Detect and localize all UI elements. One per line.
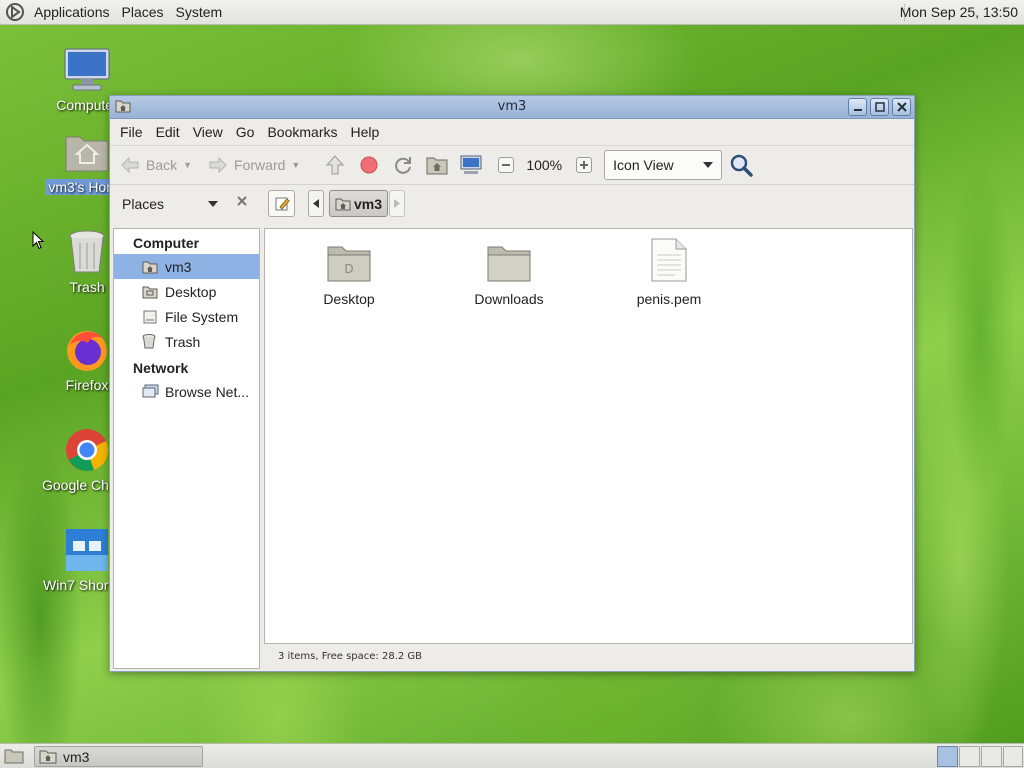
distro-logo-icon[interactable] bbox=[4, 1, 26, 23]
edit-icon bbox=[275, 197, 290, 210]
workspace-1[interactable] bbox=[937, 746, 958, 767]
chevron-down-icon[interactable]: ▼ bbox=[183, 160, 192, 170]
menu-edit[interactable]: Edit bbox=[156, 124, 180, 140]
computer-icon bbox=[63, 46, 111, 94]
computer-icon bbox=[460, 155, 482, 174]
reload-button[interactable] bbox=[390, 152, 416, 178]
top-panel: Applications Places System Mon Sep 25, 1… bbox=[0, 0, 1024, 25]
location-bar: Places vm3 bbox=[110, 185, 914, 223]
chevron-down-icon bbox=[703, 162, 714, 168]
minus-icon bbox=[502, 164, 511, 166]
sidebar-section-network: Network bbox=[133, 360, 189, 376]
trash-icon bbox=[142, 334, 160, 349]
arrow-right-icon bbox=[209, 156, 227, 174]
sidebar-item-trash[interactable]: Trash bbox=[114, 329, 259, 354]
text-file-icon bbox=[614, 237, 724, 283]
drive-icon bbox=[142, 310, 160, 324]
close-button[interactable] bbox=[892, 98, 911, 116]
arrow-left-icon bbox=[121, 156, 139, 174]
places-menu[interactable]: Places bbox=[122, 4, 164, 20]
workspace-3[interactable] bbox=[981, 746, 1002, 767]
reload-icon bbox=[395, 157, 412, 174]
chevron-left-icon bbox=[313, 199, 319, 208]
arrow-up-icon bbox=[326, 155, 345, 175]
zoom-in-button[interactable] bbox=[576, 157, 593, 173]
minimize-icon bbox=[853, 109, 862, 111]
view-mode-select[interactable]: Icon View bbox=[604, 150, 723, 180]
breadcrumb-current[interactable]: vm3 bbox=[329, 190, 389, 217]
toolbar: Back ▼ Forward ▼ 100% Icon View bbox=[110, 145, 914, 185]
side-pane-label: Places bbox=[122, 196, 165, 212]
chevron-right-icon bbox=[394, 199, 400, 208]
sidebar-item-filesystem[interactable]: File System bbox=[114, 304, 259, 329]
home-folder-icon bbox=[63, 128, 111, 176]
chevron-down-icon[interactable] bbox=[208, 201, 218, 207]
window-titlebar[interactable]: vm3 bbox=[110, 96, 914, 119]
computer-button[interactable] bbox=[458, 152, 484, 178]
svg-text:D: D bbox=[344, 262, 353, 276]
clock[interactable]: Mon Sep 25, 13:50 bbox=[900, 4, 1018, 20]
file-item-desktop[interactable]: D Desktop bbox=[294, 237, 404, 307]
minimize-button[interactable] bbox=[848, 98, 867, 116]
sidebar-item-desktop[interactable]: Desktop bbox=[114, 279, 259, 304]
windows-shortcut-icon bbox=[63, 526, 111, 574]
file-manager-window: vm3 File Edit View Go Bookmarks Help Bac… bbox=[109, 95, 915, 672]
desktop-folder-icon: D bbox=[294, 237, 404, 283]
places-sidebar: Computer vm3 Desktop File System Trash N… bbox=[113, 228, 260, 669]
status-bar: 3 items, Free space: 28.2 GB bbox=[278, 651, 423, 662]
show-desktop-icon bbox=[4, 749, 24, 764]
network-icon bbox=[142, 384, 160, 399]
plus-icon bbox=[580, 161, 589, 169]
sidebar-item-browse-network[interactable]: Browse Net... bbox=[114, 379, 259, 404]
menu-file[interactable]: File bbox=[120, 124, 143, 140]
up-button[interactable] bbox=[322, 152, 348, 178]
applications-menu[interactable]: Applications bbox=[34, 4, 110, 20]
chrome-icon bbox=[63, 426, 111, 474]
file-item-downloads[interactable]: Downloads bbox=[454, 237, 564, 307]
view-mode-value: Icon View bbox=[613, 157, 674, 173]
home-folder-icon bbox=[335, 198, 351, 210]
close-icon bbox=[896, 102, 907, 112]
zoom-out-button[interactable] bbox=[498, 157, 515, 173]
bottom-panel: vm3 bbox=[0, 743, 1024, 768]
stop-icon bbox=[360, 156, 378, 174]
menu-go[interactable]: Go bbox=[236, 124, 255, 140]
back-button[interactable]: Back ▼ bbox=[120, 156, 192, 174]
home-button[interactable] bbox=[424, 152, 450, 178]
menu-view[interactable]: View bbox=[193, 124, 223, 140]
file-view[interactable]: D Desktop Downloads penis.pem bbox=[264, 228, 913, 644]
window-title: vm3 bbox=[497, 99, 527, 114]
breadcrumb-scroll-left[interactable] bbox=[308, 190, 324, 217]
sidebar-section-computer: Computer bbox=[133, 235, 200, 251]
firefox-icon bbox=[63, 326, 111, 374]
maximize-button[interactable] bbox=[870, 98, 889, 116]
toggle-location-button[interactable] bbox=[268, 190, 295, 217]
menu-bookmarks[interactable]: Bookmarks bbox=[267, 124, 337, 140]
forward-button[interactable]: Forward ▼ bbox=[208, 156, 300, 174]
home-folder-icon bbox=[426, 157, 448, 175]
breadcrumb-scroll-right[interactable] bbox=[389, 190, 405, 217]
stop-button[interactable] bbox=[356, 152, 382, 178]
home-folder-icon bbox=[39, 750, 57, 764]
file-item-penis-pem[interactable]: penis.pem bbox=[614, 237, 724, 307]
taskbar-item-vm3[interactable]: vm3 bbox=[34, 746, 203, 767]
trash-icon bbox=[63, 228, 111, 276]
show-desktop-button[interactable] bbox=[4, 748, 24, 768]
sidebar-item-vm3[interactable]: vm3 bbox=[114, 254, 259, 279]
desktop-folder-icon bbox=[142, 285, 160, 299]
close-icon[interactable] bbox=[236, 195, 248, 207]
mouse-pointer-icon bbox=[32, 231, 44, 250]
workspace-4[interactable] bbox=[1003, 746, 1023, 767]
menubar: File Edit View Go Bookmarks Help bbox=[110, 119, 914, 145]
search-icon bbox=[730, 154, 753, 177]
maximize-icon bbox=[874, 102, 885, 112]
zoom-level[interactable]: 100% bbox=[526, 157, 562, 173]
search-button[interactable] bbox=[728, 152, 754, 178]
workspace-2[interactable] bbox=[959, 746, 980, 767]
home-folder-icon bbox=[142, 260, 160, 274]
menu-help[interactable]: Help bbox=[351, 124, 380, 140]
chevron-down-icon[interactable]: ▼ bbox=[291, 160, 300, 170]
folder-icon bbox=[454, 237, 564, 283]
system-menu[interactable]: System bbox=[176, 4, 223, 20]
